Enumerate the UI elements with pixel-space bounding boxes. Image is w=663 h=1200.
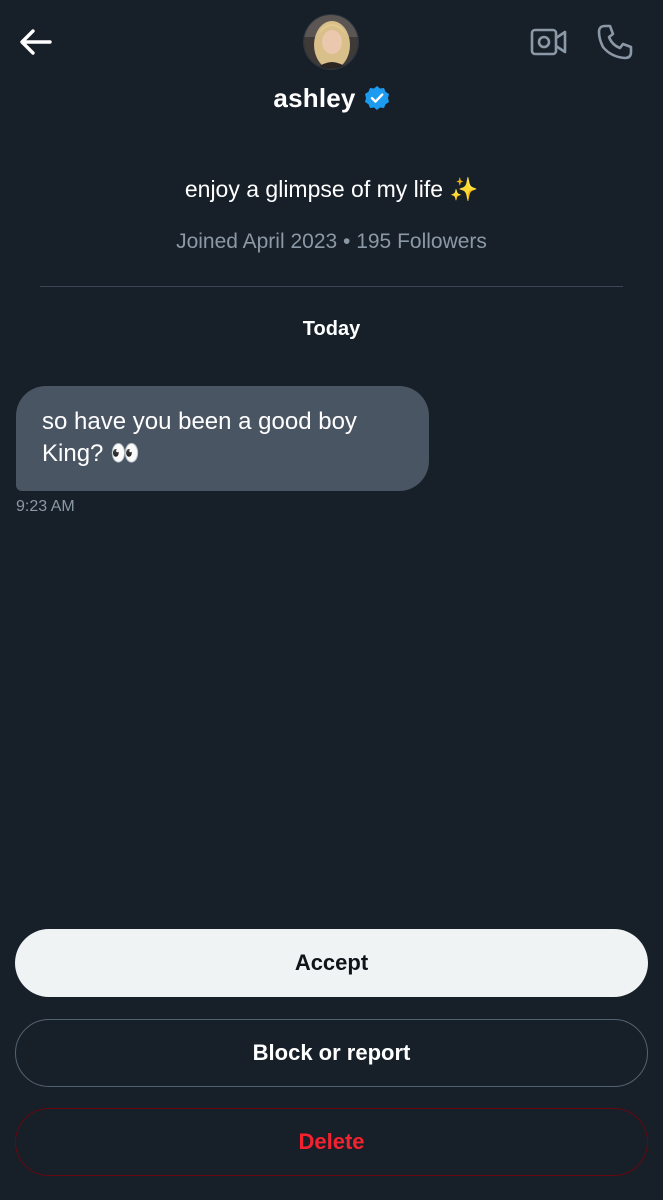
profile-name-row: ashley	[0, 80, 663, 116]
profile-meta: Joined April 2023 • 195 Followers	[176, 230, 487, 253]
video-camera-icon	[530, 28, 567, 56]
accept-button[interactable]: Accept	[15, 929, 648, 997]
message-timestamp: 9:23 AM	[16, 498, 75, 515]
back-button[interactable]	[14, 24, 56, 60]
bio-text: enjoy a glimpse of my life	[184, 176, 450, 202]
day-separator: Today	[302, 318, 361, 340]
dm-request-screen: ashley enjoy a glimpse of my life ✨ Join…	[0, 0, 663, 1200]
verified-badge-icon	[364, 86, 389, 110]
video-call-button[interactable]	[526, 22, 572, 62]
block-or-report-button[interactable]: Block or report	[15, 1019, 648, 1087]
arrow-left-icon	[20, 29, 52, 55]
sparkles-icon: ✨	[449, 176, 479, 202]
divider	[40, 286, 623, 287]
profile-name: ashley	[273, 82, 356, 113]
delete-button[interactable]: Delete	[15, 1108, 648, 1176]
phone-icon	[597, 24, 633, 60]
voice-call-button[interactable]	[592, 20, 638, 64]
message-bubble[interactable]: so have you been a good boy King? 👀	[16, 386, 429, 491]
profile-bio: enjoy a glimpse of my life ✨	[0, 176, 663, 203]
avatar[interactable]	[303, 14, 359, 70]
